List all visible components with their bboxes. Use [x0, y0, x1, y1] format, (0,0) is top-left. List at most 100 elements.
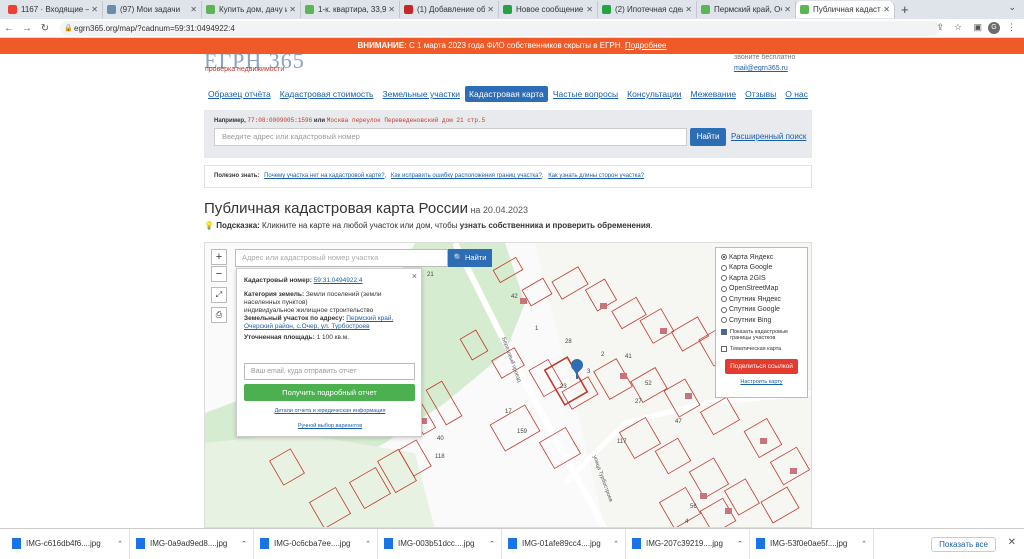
- map-search-button[interactable]: 🔍 Найти: [448, 249, 492, 267]
- chevron-up-icon[interactable]: ⌃: [737, 540, 743, 548]
- nav-item[interactable]: Межевание: [687, 86, 741, 102]
- show-borders-option[interactable]: Показать кадастровые границы участков: [721, 328, 802, 341]
- layer-radio[interactable]: [721, 296, 727, 303]
- address-search-input[interactable]: Введите адрес или кадастровый номер: [214, 128, 687, 146]
- download-item[interactable]: IMG-003b51dcc....jpg ⌃: [378, 528, 502, 559]
- chevron-up-icon[interactable]: ⌃: [117, 540, 123, 548]
- browser-tab[interactable]: Публичная кадастр ✕: [796, 1, 895, 18]
- close-icon[interactable]: ✕: [685, 5, 692, 14]
- bookmark-star-icon[interactable]: ☆: [954, 22, 962, 33]
- download-item[interactable]: IMG-0a9ad9ed8....jpg ⌃: [130, 528, 254, 559]
- report-details-link[interactable]: Детали отчета и юридическая информация: [275, 408, 386, 414]
- share-link-button[interactable]: Поделиться ссылкой: [725, 359, 798, 374]
- nav-item[interactable]: Частые вопросы: [549, 86, 622, 102]
- url-field[interactable]: 🔒 egrn365.org/map/?cadnum=59:31:0494922:…: [60, 21, 940, 36]
- warning-banner: ВНИМАНИЕ: С 1 марта 2023 года ФИО собств…: [0, 38, 1024, 54]
- chevron-up-icon[interactable]: ⌃: [365, 540, 371, 548]
- avito-icon: [305, 5, 314, 14]
- close-icon[interactable]: ✕: [784, 5, 791, 14]
- zoom-in-button[interactable]: +: [211, 249, 227, 265]
- map-search-input[interactable]: Адрес или кадастровый номер участка: [235, 249, 448, 267]
- nav-item[interactable]: Кадастровая стоимость: [276, 86, 378, 102]
- banner-more-link[interactable]: Подробнее: [625, 41, 667, 50]
- parcel-label: 118: [435, 454, 445, 460]
- report-email-input[interactable]: Ваш email, куда отправить отчет: [244, 363, 415, 380]
- browser-tab[interactable]: (2) Ипотечная сдел ✕: [598, 1, 697, 18]
- zoom-out-button[interactable]: −: [211, 266, 227, 282]
- show-all-downloads-button[interactable]: Показать все: [931, 537, 996, 552]
- fullscreen-icon[interactable]: ⤢: [211, 287, 227, 303]
- new-tab-icon[interactable]: +: [901, 2, 909, 17]
- map-settings-link[interactable]: Настроить карту: [721, 379, 802, 385]
- close-icon[interactable]: ✕: [883, 5, 890, 14]
- close-icon[interactable]: ✕: [487, 5, 494, 14]
- contact-email-link[interactable]: mail@egrn365.ru: [734, 65, 788, 72]
- download-item[interactable]: IMG-53f0e0ae5f....jpg ⌃: [750, 528, 874, 559]
- browser-tab[interactable]: (1) Добавление объ ✕: [400, 1, 499, 18]
- reload-icon[interactable]: ↻: [36, 23, 54, 34]
- layer-radio[interactable]: [721, 285, 727, 292]
- layer-radio[interactable]: [721, 275, 727, 282]
- show-borders-checkbox[interactable]: [721, 328, 727, 335]
- browser-tab[interactable]: 1167 · Входящие — ✕: [4, 1, 103, 18]
- print-icon[interactable]: ⎙: [211, 307, 227, 323]
- chevron-up-icon[interactable]: ⌃: [613, 540, 619, 548]
- share-icon[interactable]: ⇪: [936, 22, 944, 33]
- back-icon[interactable]: ←: [0, 23, 18, 34]
- nav-item[interactable]: Консультации: [623, 86, 685, 102]
- download-item[interactable]: IMG-207c39219....jpg ⌃: [626, 528, 750, 559]
- chevron-up-icon[interactable]: ⌃: [489, 540, 495, 548]
- close-icon[interactable]: ✕: [91, 5, 98, 14]
- nav-item[interactable]: Образец отчёта: [204, 86, 275, 102]
- manual-select-link[interactable]: Ручной выбор вариантов: [298, 423, 362, 429]
- search-button[interactable]: Найти: [690, 128, 726, 146]
- close-icon[interactable]: ✕: [388, 5, 395, 14]
- browser-tab[interactable]: Купить дом, дачу и ✕: [202, 1, 301, 18]
- image-file-icon: [136, 538, 145, 549]
- layer-option[interactable]: OpenStreetMap: [721, 284, 802, 295]
- cadastral-map[interactable]: 21 42 1 2 3 41 52 159 117 118 40 23 27 47 56 4 17 28 Берез…: [204, 242, 812, 528]
- browser-tab[interactable]: Новое сообщение ✕: [499, 1, 598, 18]
- close-icon[interactable]: ✕: [1008, 537, 1016, 548]
- address-bar-row: ← → ↻ 🔒 egrn365.org/map/?cadnum=59:31:04…: [0, 19, 1024, 38]
- browser-tab[interactable]: (97) Мои задачи ✕: [103, 1, 202, 18]
- layer-radio[interactable]: [721, 317, 727, 324]
- layer-option[interactable]: Спутник Яндекс: [721, 294, 802, 305]
- tip-link-fix-borders[interactable]: Как исправить ошибку расположения границ…: [391, 173, 542, 179]
- advanced-search-link[interactable]: Расширенный поиск: [731, 132, 806, 141]
- download-item[interactable]: IMG-01afe89cc4....jpg ⌃: [502, 528, 626, 559]
- nav-item[interactable]: Отзывы: [741, 86, 780, 102]
- nav-item[interactable]: О нас: [781, 86, 812, 102]
- layer-option[interactable]: Карта Google: [721, 263, 802, 274]
- tip-link-side-lengths[interactable]: Как узнать длины сторон участка?: [548, 173, 644, 179]
- sidepanel-icon[interactable]: ▣: [973, 22, 982, 33]
- layer-radio[interactable]: [721, 306, 727, 313]
- close-icon[interactable]: ✕: [586, 5, 593, 14]
- layer-option[interactable]: Карта 2GIS: [721, 273, 802, 284]
- menu-kebab-icon[interactable]: ⋮: [1007, 22, 1016, 33]
- chevron-up-icon[interactable]: ⌃: [861, 540, 867, 548]
- cad-number-link[interactable]: 59:31:0494922:4: [314, 277, 363, 284]
- forward-icon[interactable]: →: [18, 23, 36, 34]
- layer-option[interactable]: Спутник Google: [721, 305, 802, 316]
- thematic-checkbox[interactable]: [721, 345, 727, 352]
- close-icon[interactable]: ✕: [289, 5, 296, 14]
- thematic-option[interactable]: Тематическая карта: [721, 344, 802, 355]
- browser-tab[interactable]: 1-к. квартира, 33,9 ✕: [301, 1, 400, 18]
- image-file-icon: [384, 538, 393, 549]
- chevron-up-icon[interactable]: ⌃: [241, 540, 247, 548]
- close-icon[interactable]: ✕: [190, 5, 197, 14]
- tip-link-missing-parcel[interactable]: Почему участка нет на кадастровой карте?: [264, 173, 384, 179]
- layer-option[interactable]: Карта Яндекс: [721, 252, 802, 263]
- layer-radio[interactable]: [721, 264, 727, 271]
- nav-item[interactable]: Земельные участки: [379, 86, 464, 102]
- layer-option[interactable]: Спутник Bing: [721, 315, 802, 326]
- browser-tab[interactable]: Пермский край, Оч ✕: [697, 1, 796, 18]
- layer-radio[interactable]: [721, 254, 727, 261]
- download-item[interactable]: IMG-c616db4f6....jpg ⌃: [6, 528, 130, 559]
- profile-avatar[interactable]: G: [988, 22, 1000, 34]
- get-report-button[interactable]: Получить подробный отчет: [244, 384, 415, 401]
- download-item[interactable]: IMG-0c6cba7ee....jpg ⌃: [254, 528, 378, 559]
- chevron-down-icon[interactable]: ⌄: [1008, 2, 1016, 13]
- nav-item[interactable]: Кадастровая карта: [465, 86, 548, 102]
